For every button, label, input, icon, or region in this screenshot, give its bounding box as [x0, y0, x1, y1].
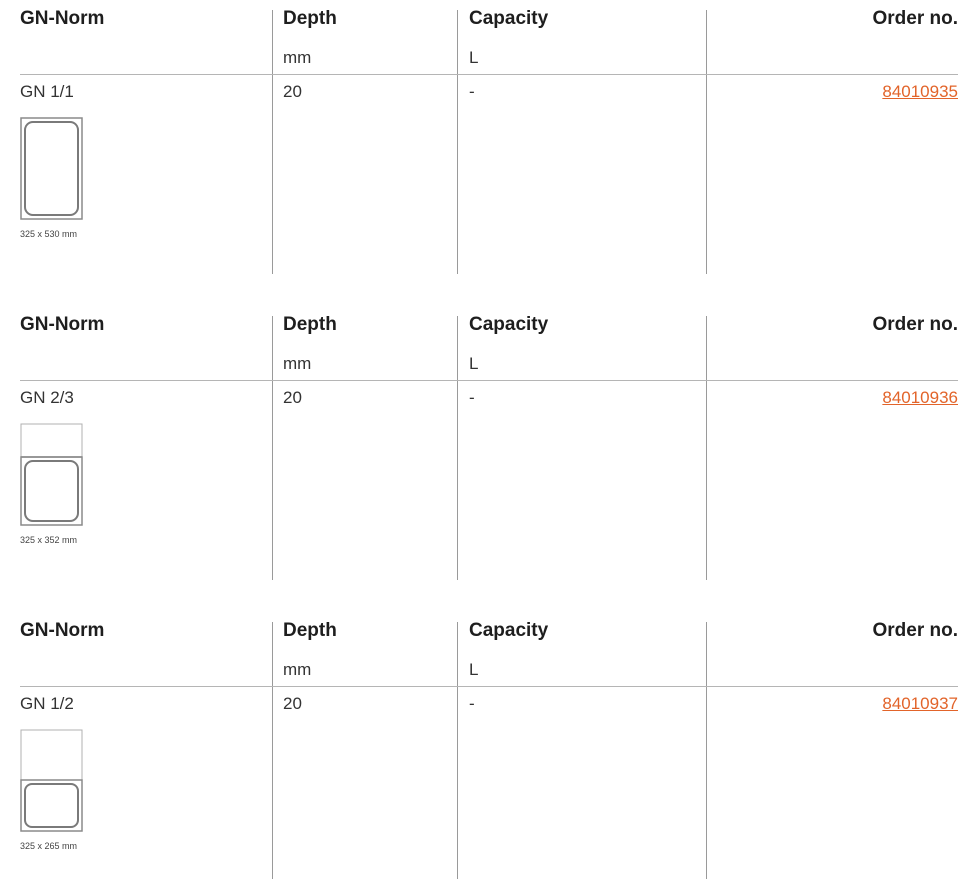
- cell-gn-norm: GN 1/1: [20, 82, 74, 101]
- header-gn-norm: GN-Norm: [20, 620, 105, 641]
- column-divider: [706, 622, 707, 879]
- cell-depth: 20: [283, 694, 302, 713]
- header-gn-norm: GN-Norm: [20, 314, 105, 335]
- unit-capacity: L: [469, 354, 479, 373]
- gn-dimension-caption: 325 x 352 mm: [20, 535, 78, 545]
- gn-dimension-caption: 325 x 265 mm: [20, 841, 78, 851]
- column-divider: [457, 10, 458, 274]
- cell-gn-norm: GN 1/2: [20, 694, 74, 713]
- column-divider: [706, 316, 707, 580]
- cell-depth: 20: [283, 388, 302, 407]
- cell-capacity: -: [469, 694, 475, 713]
- gn-container-figure: 325 x 352 mm: [20, 422, 130, 552]
- order-number-link[interactable]: 84010936: [882, 388, 958, 408]
- gn-dimension-caption: 325 x 530 mm: [20, 229, 78, 239]
- header-order-no: Order no.: [872, 8, 958, 29]
- gn-2-3-container-icon: [20, 423, 83, 526]
- product-table-gn-1-2: GN-Norm Depth Capacity Order no. mm L GN…: [20, 620, 958, 882]
- header-order-no: Order no.: [872, 314, 958, 335]
- header-depth: Depth: [283, 8, 337, 29]
- header-rule: [20, 74, 958, 75]
- cell-capacity: -: [469, 388, 475, 407]
- cell-gn-norm: GN 2/3: [20, 388, 74, 407]
- header-capacity: Capacity: [469, 8, 549, 29]
- unit-depth: mm: [283, 354, 312, 373]
- column-divider: [272, 622, 273, 879]
- order-number-link[interactable]: 84010937: [882, 694, 958, 714]
- header-capacity: Capacity: [469, 620, 549, 641]
- gn-container-figure: 325 x 530 mm: [20, 116, 130, 246]
- unit-capacity: L: [469, 48, 479, 67]
- gn-container-figure: 325 x 265 mm: [20, 728, 130, 858]
- cell-depth: 20: [283, 82, 302, 101]
- header-capacity: Capacity: [469, 314, 549, 335]
- unit-capacity: L: [469, 660, 479, 679]
- gn-1-2-container-icon: [20, 729, 83, 832]
- product-table-gn-2-3: GN-Norm Depth Capacity Order no. mm L GN…: [20, 314, 958, 582]
- unit-depth: mm: [283, 660, 312, 679]
- order-number-link[interactable]: 84010935: [882, 82, 958, 102]
- column-divider: [706, 10, 707, 274]
- column-divider: [457, 622, 458, 879]
- unit-depth: mm: [283, 48, 312, 67]
- header-order-no: Order no.: [872, 620, 958, 641]
- header-gn-norm: GN-Norm: [20, 8, 105, 29]
- header-rule: [20, 686, 958, 687]
- column-divider: [272, 10, 273, 274]
- header-depth: Depth: [283, 620, 337, 641]
- product-table-gn-1-1: GN-Norm Depth Capacity Order no. mm L GN…: [20, 8, 958, 276]
- column-divider: [272, 316, 273, 580]
- header-depth: Depth: [283, 314, 337, 335]
- column-divider: [457, 316, 458, 580]
- cell-capacity: -: [469, 82, 475, 101]
- header-rule: [20, 380, 958, 381]
- gn-1-1-container-icon: [20, 117, 83, 220]
